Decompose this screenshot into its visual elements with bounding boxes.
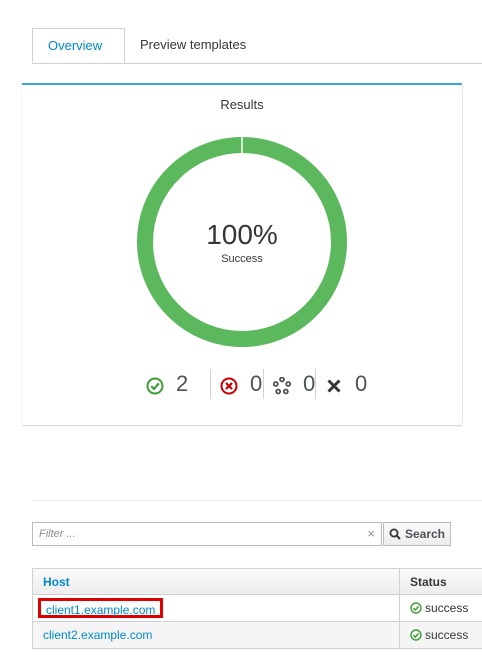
success-percent: 100% [206, 219, 278, 250]
success-count-value: 2 [176, 371, 189, 396]
host-cell: client2.example.com [32, 622, 400, 648]
success-label: Success [221, 253, 263, 265]
results-title: Results [220, 97, 264, 112]
failed-count: 0 [220, 367, 262, 401]
check-circle-icon [410, 602, 422, 614]
status-cell: success [399, 622, 482, 648]
filter-box: × [32, 522, 382, 546]
results-card: Results 100% Success 2 0 0 0 [22, 83, 462, 425]
filter-input[interactable] [39, 525, 349, 543]
status-badge: success [410, 622, 482, 648]
table-row-partial [32, 649, 482, 655]
cancelled-count: 0 [325, 367, 367, 401]
check-circle-icon [146, 375, 164, 395]
status-text: success [425, 628, 469, 642]
pending-count-value: 0 [303, 371, 316, 396]
table-row: client2.example.com success [32, 622, 482, 649]
tab-overview[interactable]: Overview [32, 28, 125, 63]
cancelled-count-value: 0 [355, 371, 368, 396]
host-link[interactable]: client2.example.com [43, 628, 152, 642]
count-divider [263, 369, 264, 399]
section-divider [32, 500, 482, 501]
status-cell: success [399, 595, 482, 621]
tab-bar: Overview Preview templates [32, 28, 482, 64]
clear-filter-icon[interactable]: × [367, 526, 375, 542]
search-button[interactable]: Search [383, 522, 451, 546]
tab-preview-templates[interactable]: Preview templates [125, 28, 265, 62]
column-header-host[interactable]: Host [32, 569, 400, 595]
table-row: client1.example.com success [32, 595, 482, 622]
failed-count-value: 0 [250, 371, 263, 396]
pending-count: 0 [272, 367, 316, 401]
count-divider [315, 369, 316, 399]
count-divider [210, 369, 211, 399]
column-header-status: Status [399, 569, 482, 595]
close-icon [325, 375, 343, 393]
status-text: success [425, 601, 469, 615]
card-edge [462, 85, 463, 423]
search-button-label: Search [404, 527, 446, 541]
host-link[interactable]: client1.example.com [38, 598, 164, 618]
host-cell: client1.example.com [32, 595, 400, 621]
check-circle-icon [410, 629, 422, 641]
spinner-icon [272, 375, 292, 395]
table-header-row: Host Status [32, 568, 482, 595]
search-icon [389, 528, 401, 540]
status-badge: success [410, 595, 482, 621]
error-circle-icon [220, 375, 238, 395]
success-count: 2 [146, 367, 188, 401]
